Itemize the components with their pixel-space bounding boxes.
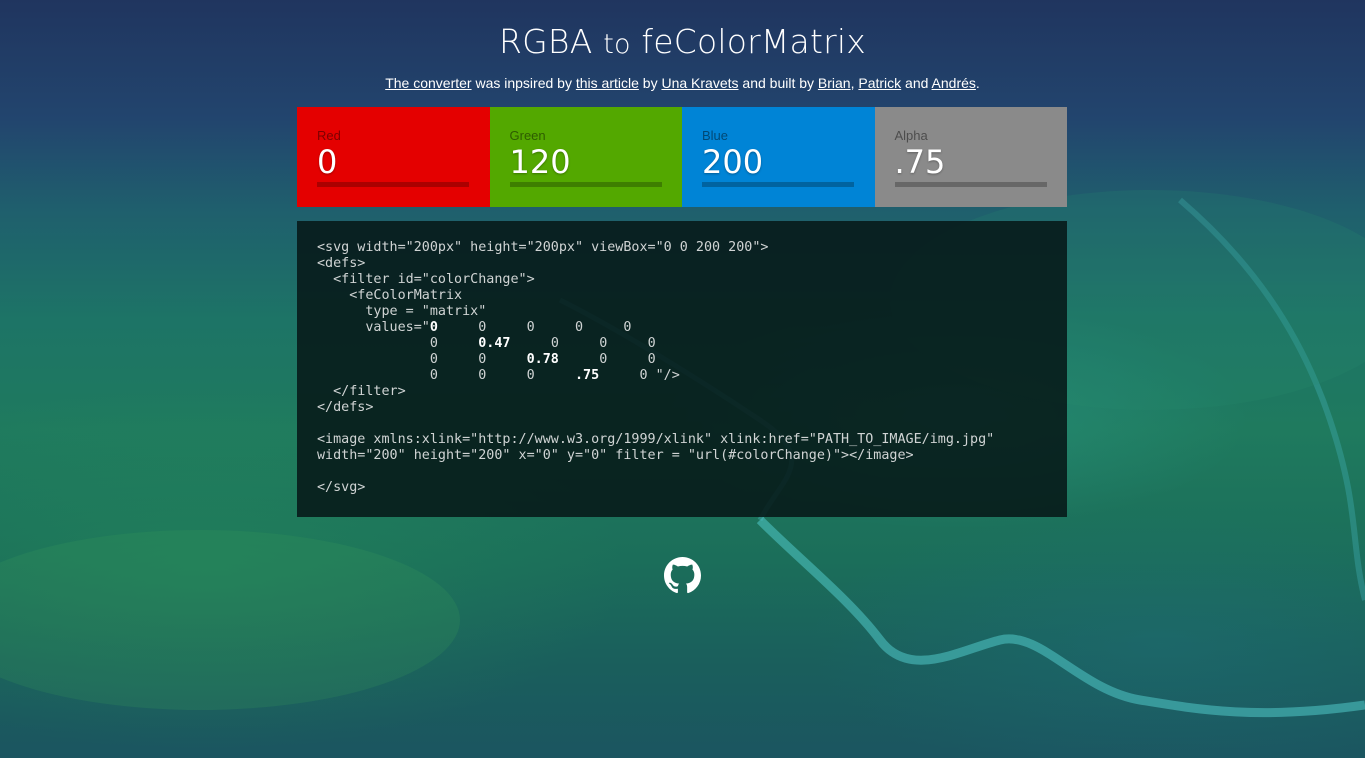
green-input-underline xyxy=(509,182,662,187)
title-to: to xyxy=(603,29,631,60)
matrix-zero: 0 xyxy=(647,336,656,351)
link-this-article[interactable]: this article xyxy=(576,75,639,91)
credits-text-3: and built by xyxy=(738,75,818,91)
link-andres[interactable]: Andrés xyxy=(932,75,976,91)
matrix-alpha-value: .75 xyxy=(575,368,600,383)
matrix-zero: 0 xyxy=(429,336,438,351)
matrix-zero: 0 xyxy=(429,368,438,383)
rgba-inputs: Red Green Blue Alpha xyxy=(297,107,1067,207)
matrix-zero: 0 xyxy=(429,352,438,367)
code-line: <image xmlns:xlink="http://www.w3.org/19… xyxy=(317,432,995,447)
title-fecolormatrix: feColorMatrix xyxy=(641,22,866,61)
matrix-zero: 0 xyxy=(478,320,487,335)
channel-blue: Blue xyxy=(682,107,875,207)
code-line: </filter> xyxy=(317,384,406,399)
matrix-zero: 0 xyxy=(639,368,648,383)
red-label: Red xyxy=(317,128,341,143)
matrix-zero: 0 xyxy=(526,320,535,335)
matrix-green-value: 0.47 xyxy=(478,336,511,351)
svg-code-block[interactable]: <svg width="200px" height="200px" viewBo… xyxy=(317,240,994,496)
alpha-input-underline xyxy=(894,182,1047,187)
green-input[interactable] xyxy=(509,143,662,181)
credits-text-5: and xyxy=(901,75,932,91)
code-line: <svg width="200px" height="200px" viewBo… xyxy=(317,240,769,255)
credits-line: The converter was inpsired by this artic… xyxy=(0,75,1365,91)
code-fragment: "/> xyxy=(647,368,680,383)
matrix-blue-value: 0.78 xyxy=(526,352,559,367)
code-line: <feColorMatrix xyxy=(317,288,463,303)
title-rgba: RGBA xyxy=(499,22,593,61)
code-line: </defs> xyxy=(317,400,374,415)
blue-input-underline xyxy=(702,182,854,187)
matrix-zero: 0 xyxy=(550,336,559,351)
matrix-zero: 0 xyxy=(599,352,608,367)
credits-text-6: . xyxy=(975,75,980,91)
credits-text-2: by xyxy=(638,75,662,91)
matrix-zero: 0 xyxy=(575,320,584,335)
code-line: <defs> xyxy=(317,256,366,271)
channel-alpha: Alpha xyxy=(874,107,1067,207)
matrix-zero: 0 xyxy=(526,368,535,383)
link-brian[interactable]: Brian xyxy=(818,75,851,91)
code-line: values=" xyxy=(317,320,430,335)
matrix-zero: 0 xyxy=(478,352,487,367)
code-line: </svg> xyxy=(317,480,366,495)
matrix-red-value: 0 xyxy=(429,320,438,335)
credits-text-1: was inpsired by xyxy=(471,75,576,91)
alpha-label: Alpha xyxy=(894,128,928,143)
matrix-zero: 0 xyxy=(623,320,632,335)
red-input[interactable] xyxy=(317,143,469,181)
blue-label: Blue xyxy=(702,128,729,143)
page-title: RGBA to feColorMatrix xyxy=(0,22,1365,61)
green-label: Green xyxy=(509,128,546,143)
matrix-zero: 0 xyxy=(647,352,656,367)
link-una-kravets[interactable]: Una Kravets xyxy=(661,75,738,91)
code-output-panel[interactable]: <svg width="200px" height="200px" viewBo… xyxy=(297,221,1067,517)
matrix-zero: 0 xyxy=(599,336,608,351)
code-line: width="200" height="200" x="0" y="0" fil… xyxy=(317,448,914,463)
channel-red: Red xyxy=(297,107,490,207)
github-icon xyxy=(664,557,701,594)
matrix-zero: 0 xyxy=(478,368,487,383)
link-patrick[interactable]: Patrick xyxy=(858,75,901,91)
github-link[interactable] xyxy=(664,557,701,594)
link-the-converter[interactable]: The converter xyxy=(385,75,471,91)
alpha-input[interactable] xyxy=(894,143,1047,181)
channel-green: Green xyxy=(489,107,682,207)
blue-input[interactable] xyxy=(702,143,854,181)
red-input-underline xyxy=(317,182,469,187)
code-line: <filter id="colorChange"> xyxy=(317,272,535,287)
code-line: type = "matrix" xyxy=(317,304,487,319)
